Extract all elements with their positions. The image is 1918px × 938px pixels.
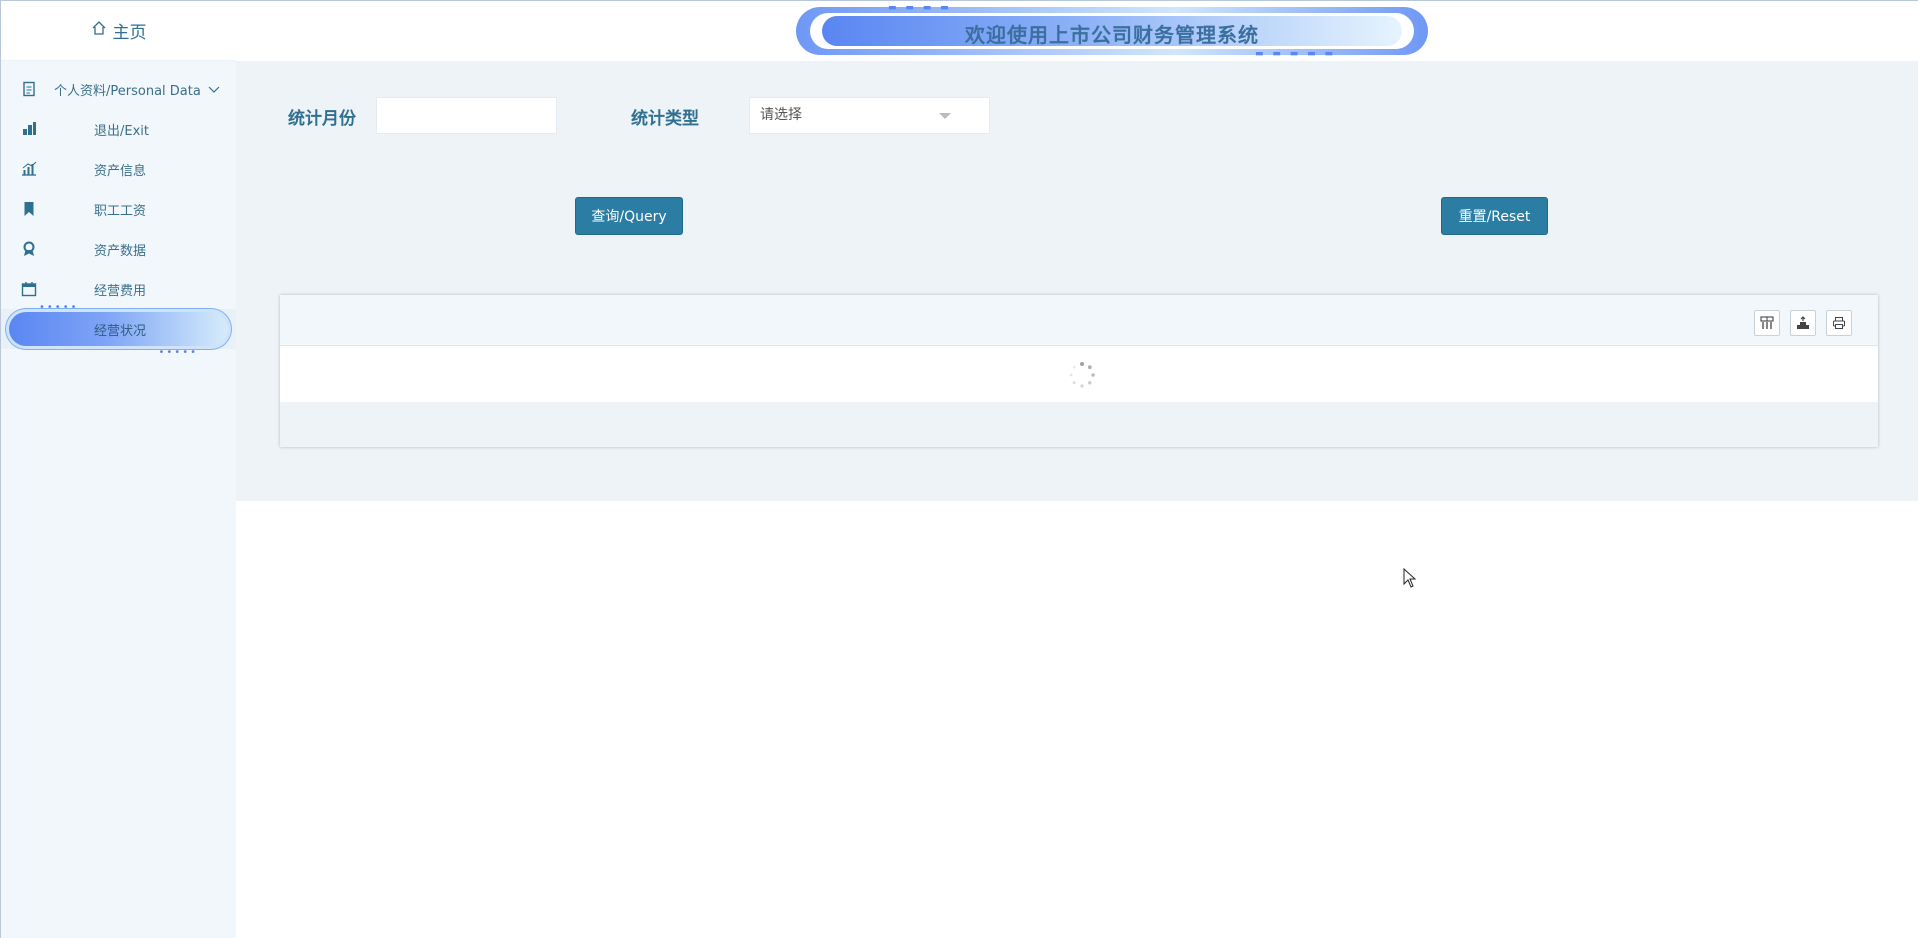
- columns-icon: [1760, 316, 1774, 329]
- sidebar-item-expenses[interactable]: 经营费用: [1, 269, 236, 309]
- sidebar-item-label: 退出/Exit: [94, 123, 149, 139]
- loading-spinner-icon: [1069, 362, 1095, 388]
- chart-icon: [21, 161, 37, 177]
- table-body: [280, 346, 1878, 402]
- month-label: 统计月份: [288, 109, 356, 129]
- type-label: 统计类型: [631, 109, 699, 129]
- home-icon: [91, 20, 107, 41]
- table-footer: [280, 402, 1878, 447]
- sidebar-item-label: 资产信息: [94, 163, 147, 179]
- sidebar-menu: 个人资料/Personal Data 退出/Exit 资产信息 职工工资 资产数…: [1, 61, 236, 358]
- mouse-cursor-icon: [1403, 568, 1417, 588]
- type-select-value: 请选择: [760, 107, 802, 123]
- export-icon: [1797, 316, 1809, 329]
- print-button[interactable]: [1826, 310, 1852, 336]
- sidebar-item-label: 资产数据: [94, 243, 147, 259]
- home-label: 主页: [112, 23, 147, 43]
- month-input[interactable]: [376, 97, 557, 134]
- award-icon: [21, 241, 37, 257]
- chevron-down-icon: [208, 83, 220, 95]
- sidebar-item-exit[interactable]: 退出/Exit: [1, 109, 236, 149]
- sidebar-item-label: 职工工资: [94, 203, 147, 219]
- columns-button[interactable]: [1754, 310, 1780, 336]
- top-header: ▬ ▬ ▬ ▬ ▬ ▬ ▬ ▬ ▬ 欢迎使用上市公司财务管理系统: [236, 1, 1918, 61]
- sidebar-item-asset-info[interactable]: 资产信息: [1, 149, 236, 189]
- document-icon: [21, 81, 37, 97]
- sidebar-item-label: 经营状况: [94, 323, 147, 339]
- type-select[interactable]: 请选择: [749, 97, 990, 134]
- home-link[interactable]: 主页: [1, 1, 236, 61]
- sidebar: 主页 个人资料/Personal Data 退出/Exit 资产信息 职工工资 …: [1, 1, 236, 938]
- sidebar-item-operation-status[interactable]: ••••• ••••• 经营状况: [1, 302, 236, 358]
- calendar-icon: [21, 281, 37, 297]
- export-button[interactable]: [1790, 310, 1816, 336]
- print-icon: [1833, 317, 1845, 329]
- bookmark-icon: [21, 201, 37, 217]
- table-toolbar: [280, 295, 1878, 346]
- page-title: 欢迎使用上市公司财务管理系统: [965, 23, 1259, 47]
- main-content: 统计月份 统计类型 请选择 查询/Query 重置/Reset: [236, 61, 1918, 501]
- exit-icon: [21, 121, 37, 137]
- query-button[interactable]: 查询/Query: [575, 197, 683, 235]
- title-banner: ▬ ▬ ▬ ▬ ▬ ▬ ▬ ▬ ▬ 欢迎使用上市公司财务管理系统: [796, 3, 1428, 59]
- data-table: [280, 295, 1878, 447]
- sidebar-item-personal-data[interactable]: 个人资料/Personal Data: [1, 69, 236, 109]
- reset-button[interactable]: 重置/Reset: [1441, 197, 1548, 235]
- sidebar-item-salary[interactable]: 职工工资: [1, 189, 236, 229]
- app-window: 主页 个人资料/Personal Data 退出/Exit 资产信息 职工工资 …: [0, 0, 1918, 938]
- sidebar-item-label: 个人资料/Personal Data: [54, 83, 201, 99]
- sidebar-item-asset-data[interactable]: 资产数据: [1, 229, 236, 269]
- sidebar-item-label: 经营费用: [94, 283, 147, 299]
- caret-down-icon: [939, 113, 951, 119]
